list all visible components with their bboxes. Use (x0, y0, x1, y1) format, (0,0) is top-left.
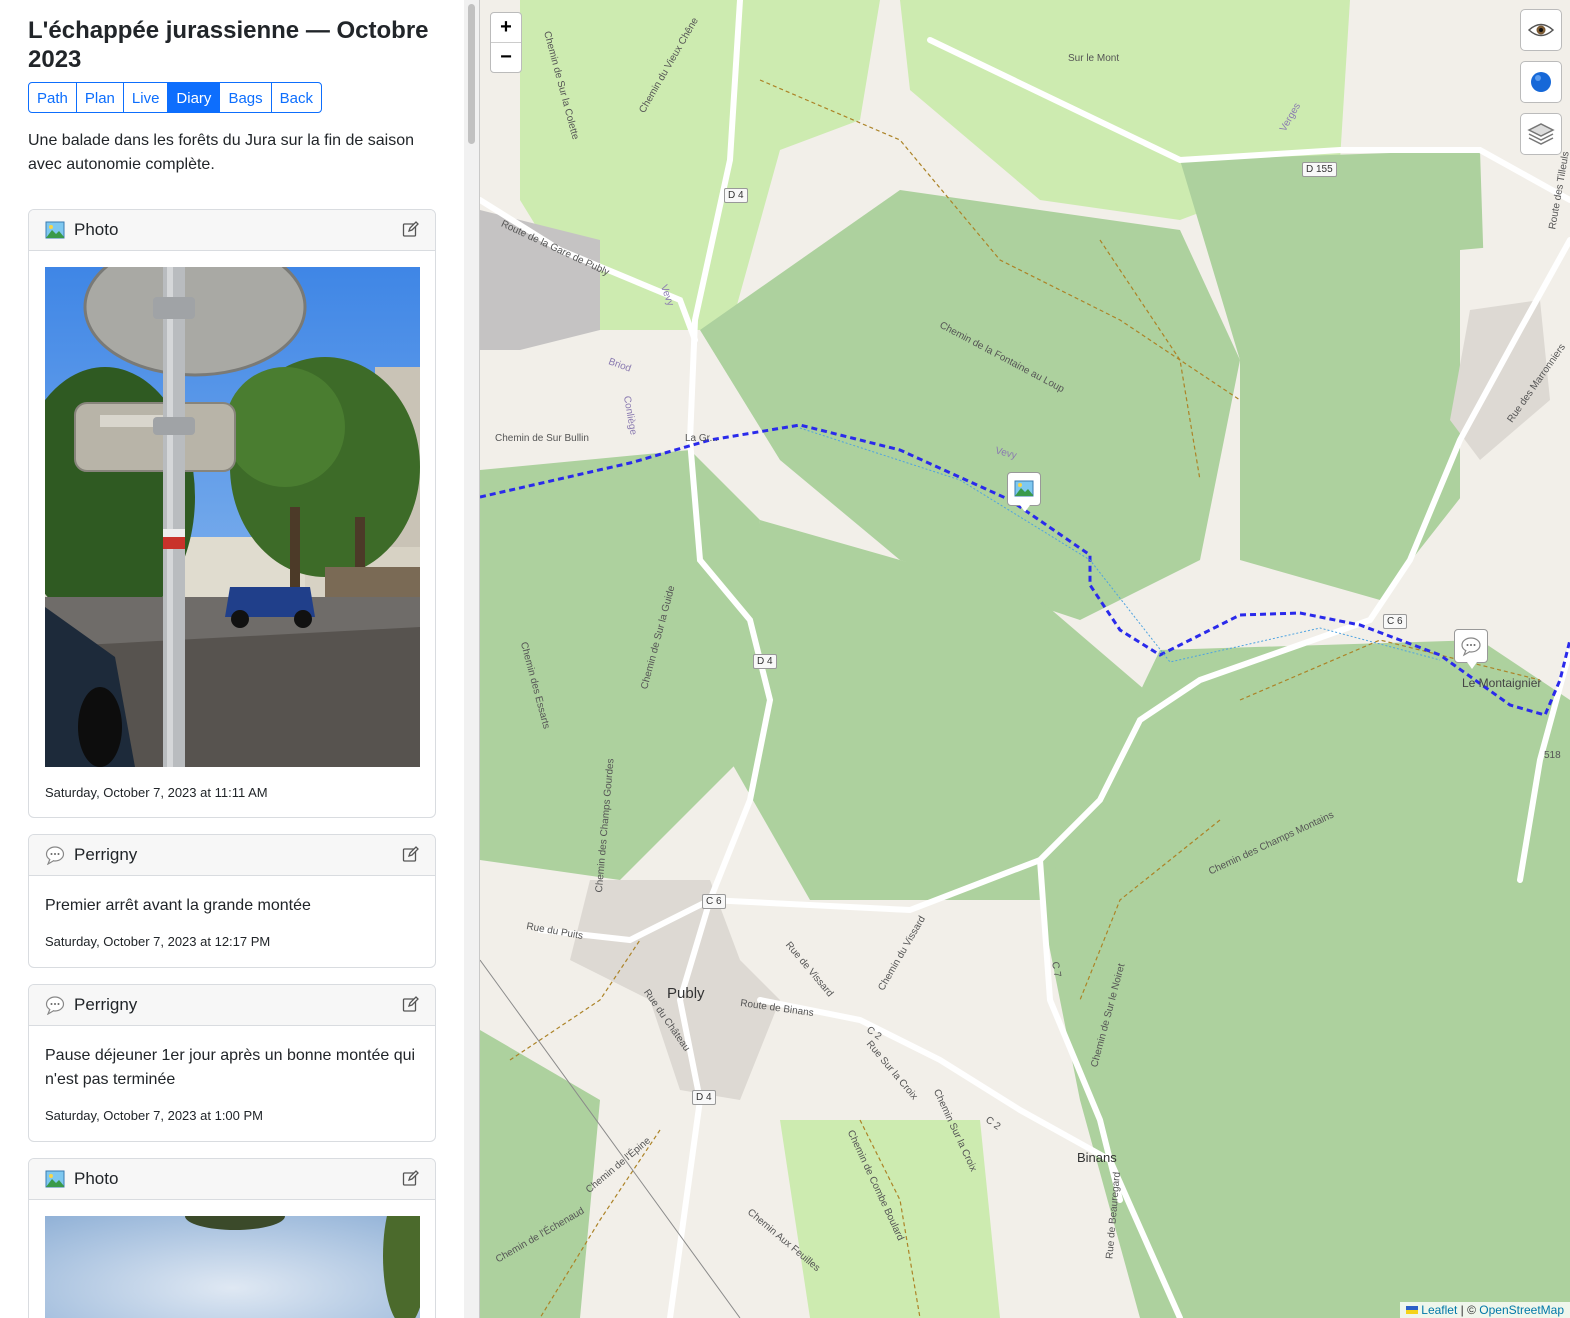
tab-diary[interactable]: Diary (167, 82, 221, 113)
edit-icon[interactable] (402, 846, 419, 863)
map-place-label: Publy (667, 985, 705, 1002)
diary-entry-photo: Photo (28, 1158, 436, 1318)
diary-entry-header: Photo (29, 210, 435, 251)
map-place-label: Sur le Mont (1068, 53, 1120, 64)
blue-circle-icon (1531, 72, 1551, 92)
page-title: L'échappée jurassienne — Octobre 2023 (28, 17, 429, 73)
photo-icon (1014, 480, 1034, 497)
tab-back[interactable]: Back (270, 82, 322, 113)
tab-bags[interactable]: Bags (219, 82, 272, 113)
edit-icon[interactable] (402, 221, 419, 238)
tab-path[interactable]: Path (28, 82, 77, 113)
diary-entry-text: Pause déjeuner 1er jour après un bonne m… (45, 1047, 416, 1088)
flag-icon (1405, 1306, 1418, 1314)
diary-entry-photo: Photo (28, 209, 436, 818)
diary-entry-header: Perrigny (29, 985, 435, 1026)
diary-entry-header: Photo (29, 1159, 435, 1200)
photo-icon (45, 221, 65, 239)
osm-link[interactable]: OpenStreetMap (1479, 1303, 1564, 1317)
zoom-out-button[interactable]: − (491, 43, 521, 72)
eye-icon (1527, 23, 1555, 37)
layers-icon (1527, 123, 1555, 145)
map-attribution: Leaflet | © OpenStreetMap (1399, 1302, 1570, 1318)
tab-live[interactable]: Live (122, 82, 169, 113)
diary-entry-date: Saturday, October 7, 2023 at 12:17 PM (45, 934, 271, 949)
road-shield: C 6 (1383, 614, 1407, 629)
leaflet-link[interactable]: Leaflet (1421, 1303, 1457, 1317)
diary-entry-title: Perrigny (74, 995, 138, 1014)
diary-entry-header: Perrigny (29, 835, 435, 876)
speech-bubble-icon (45, 846, 65, 865)
map-tiles (480, 0, 1570, 1318)
diary-entry-date: Saturday, October 7, 2023 at 11:11 AM (45, 785, 268, 800)
zoom-in-button[interactable]: + (491, 13, 521, 43)
diary-entry-note: Perrigny Pause déjeuner 1er jour après u… (28, 984, 436, 1142)
zoom-control: + − (490, 12, 522, 73)
layers-button[interactable] (1520, 113, 1562, 155)
diary-entry-note: Perrigny Premier arrêt avant la grande m… (28, 834, 436, 968)
sidebar-scrollbar[interactable] (464, 0, 480, 1318)
attribution-separator: | © (1457, 1303, 1480, 1317)
map-place-label: La Gr... (685, 433, 718, 444)
road-label: 518 (1544, 750, 1561, 761)
road-shield: D 4 (724, 188, 748, 203)
diary-entry-text: Premier arrêt avant la grande montée (45, 897, 311, 914)
map[interactable]: Publy Binans Le Montaignier Sur le Mont … (480, 0, 1570, 1318)
scrollbar-thumb[interactable] (468, 4, 475, 144)
diary-entry-date: Saturday, October 7, 2023 at 1:00 PM (45, 1108, 263, 1123)
photo-icon (45, 1170, 65, 1188)
trip-nav-tabs: Path Plan Live Diary Bags Back (28, 82, 322, 113)
diary-photo-street-sign[interactable] (45, 267, 420, 767)
edit-icon[interactable] (402, 996, 419, 1013)
diary-entry-title: Photo (74, 220, 119, 239)
tab-plan[interactable]: Plan (75, 82, 124, 113)
road-shield: D 155 (1302, 162, 1337, 177)
map-marker-photo[interactable] (1007, 472, 1041, 512)
map-marker-note[interactable] (1454, 629, 1488, 669)
speech-bubble-icon (1461, 637, 1481, 657)
sidebar: L'échappée jurassienne — Octobre 2023 Pa… (0, 0, 464, 1318)
locate-button[interactable] (1520, 61, 1562, 103)
diary-photo-sky[interactable] (45, 1216, 420, 1318)
diary-entry-title: Photo (74, 1169, 119, 1188)
edit-icon[interactable] (402, 1170, 419, 1187)
road-shield: D 4 (753, 654, 777, 669)
map-place-label: Le Montaignier (1462, 676, 1542, 690)
visibility-toggle-button[interactable] (1520, 9, 1562, 51)
trip-description: Une balade dans les forêts du Jura sur l… (28, 132, 415, 173)
road-label: Chemin de Sur Bullin (495, 433, 589, 444)
road-shield: C 6 (702, 894, 726, 909)
road-shield: D 4 (692, 1090, 716, 1105)
diary-entry-title: Perrigny (74, 845, 138, 864)
map-place-label: Binans (1077, 1150, 1117, 1165)
speech-bubble-icon (45, 996, 65, 1015)
